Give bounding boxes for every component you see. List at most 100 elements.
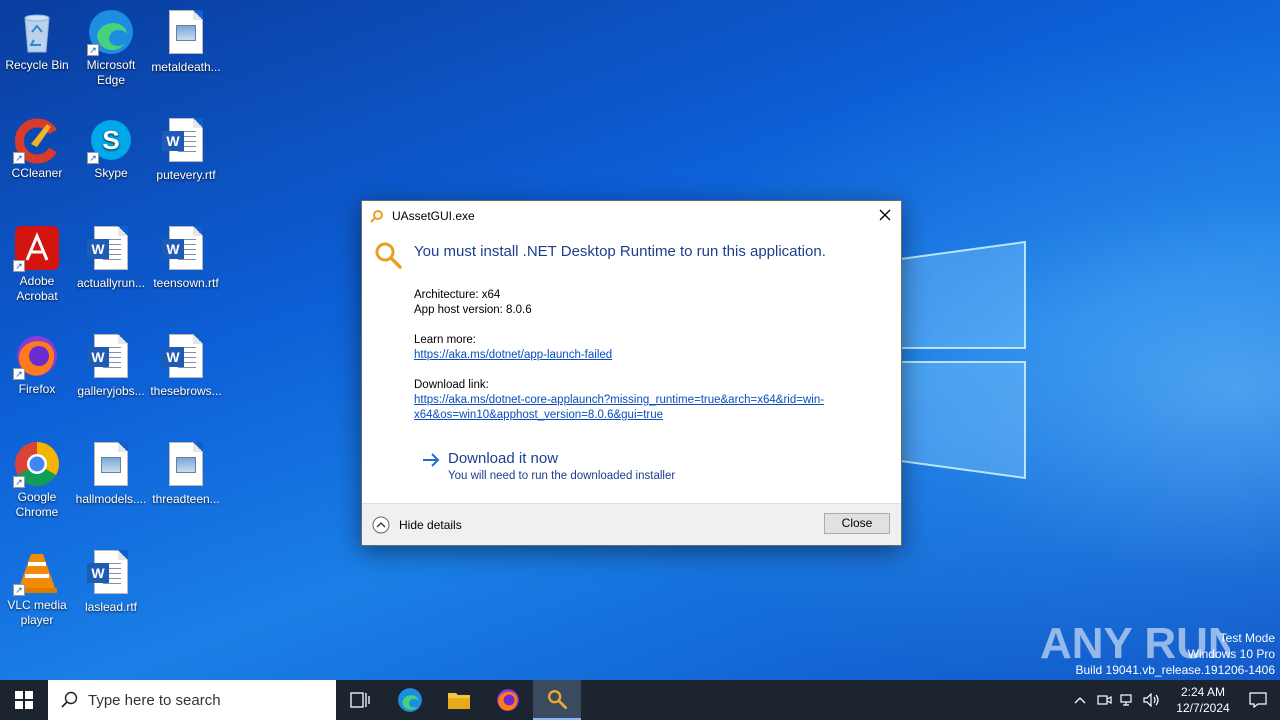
meet-now-button[interactable] (1092, 680, 1116, 720)
download-link[interactable]: https://aka.ms/dotnet-core-applaunch?mis… (414, 393, 874, 423)
build-text: Build 19041.vb_release.191206-1406 (1075, 663, 1276, 677)
acrobat-icon: ↗ (13, 224, 61, 272)
network-button[interactable] (1116, 680, 1140, 720)
desktop-icon-label: Adobe Acrobat (16, 274, 58, 303)
shortcut-arrow-icon: ↗ (13, 152, 25, 164)
desktop-icon-label: Skype (94, 166, 128, 180)
show-hidden-icons-button[interactable] (1068, 680, 1092, 720)
search-placeholder: Type here to search (88, 691, 221, 709)
word-doc-icon: W (162, 334, 210, 382)
desktop-icon-label: teensown.rtf (153, 276, 219, 290)
taskbar-uassetgui-dialog[interactable] (533, 680, 581, 720)
desktop-icon-acrobat[interactable]: ↗ Adobe Acrobat (0, 224, 74, 304)
windows-edition-text: Windows 10 Pro (1187, 647, 1275, 661)
desktop-icon-firefox[interactable]: ↗ Firefox (0, 332, 74, 397)
action-center-button[interactable] (1236, 680, 1280, 720)
meet-now-icon (1097, 695, 1112, 705)
start-button[interactable] (0, 680, 48, 720)
edge-icon: ↗ (87, 8, 135, 56)
clock-time: 2:24 AM (1180, 685, 1226, 699)
desktop-icon-hallmodels[interactable]: hallmodels.... (74, 440, 148, 507)
desktop-icon-actuallyrun[interactable]: W actuallyrun... (74, 224, 148, 291)
dialog-heading: You must install .NET Desktop Runtime to… (414, 243, 826, 260)
word-doc-icon: W (87, 334, 135, 382)
shortcut-arrow-icon: ↗ (87, 152, 99, 164)
system-info-watermark: Test Mode Windows 10 Pro Build 19041.vb_… (1076, 630, 1276, 678)
desktop-icon-label: hallmodels.... (75, 492, 147, 506)
task-view-button[interactable] (336, 680, 384, 720)
recycle-bin-icon (13, 8, 61, 56)
desktop-icon-vlc[interactable]: ↗ VLC media player (0, 548, 74, 628)
shortcut-arrow-icon: ↗ (13, 476, 25, 488)
shortcut-arrow-icon: ↗ (13, 260, 25, 272)
dotnet-runtime-dialog: UAssetGUI.exe You must install .NET Desk… (361, 200, 902, 546)
dialog-titlebar: UAssetGUI.exe (370, 208, 475, 224)
chrome-icon: ↗ (13, 440, 61, 488)
word-doc-icon: W (87, 550, 135, 598)
desktop-icon-label: thesebrows... (150, 384, 222, 398)
taskbar-clock[interactable]: 2:24 AM 12/7/2024 (1170, 684, 1236, 716)
desktop-icon-label: Microsoft Edge (86, 58, 136, 87)
desktop-icon-chrome[interactable]: ↗ Google Chrome (0, 440, 74, 520)
download-now-subtext: You will need to run the downloaded inst… (448, 470, 676, 482)
magnifier-icon (547, 689, 568, 710)
desktop-icon-putevery[interactable]: W putevery.rtf (149, 116, 223, 183)
close-icon[interactable] (877, 207, 893, 223)
desktop-icon-label: metaldeath... (151, 60, 221, 74)
learn-more-label: Learn more: (414, 334, 477, 346)
magnifier-icon (370, 210, 383, 223)
task-view-icon (350, 692, 370, 708)
search-warning-icon (375, 242, 402, 269)
desktop-icon-teensown[interactable]: W teensown.rtf (149, 224, 223, 291)
desktop-icon-label: putevery.rtf (156, 168, 216, 182)
desktop-icon-label: Firefox (18, 382, 56, 396)
hide-details-toggle[interactable]: Hide details (372, 516, 462, 534)
network-icon (1120, 694, 1132, 706)
ccleaner-icon: ↗ (13, 116, 61, 164)
shortcut-arrow-icon: ↗ (13, 584, 25, 596)
taskbar-search-box[interactable]: Type here to search (48, 680, 336, 720)
desktop-icon-edge[interactable]: ↗ Microsoft Edge (74, 8, 148, 88)
app-host-version-text: App host version: 8.0.6 (414, 304, 532, 316)
desktop-icon-metaldeath[interactable]: metaldeath... (149, 8, 223, 75)
desktop-icon-label: CCleaner (11, 166, 63, 180)
desktop-icon-galleryjobs[interactable]: W galleryjobs... (74, 332, 148, 399)
firefox-icon (497, 689, 519, 711)
dialog-details: Architecture: x64 App host version: 8.0.… (414, 288, 874, 423)
notification-icon (1249, 692, 1267, 708)
volume-button[interactable] (1140, 680, 1164, 720)
arrow-right-icon (423, 453, 440, 467)
vlc-icon: ↗ (13, 548, 61, 596)
system-tray: 2:24 AM 12/7/2024 (1068, 680, 1280, 720)
desktop-icon-threadteen[interactable]: threadteen... (149, 440, 223, 507)
learn-more-link[interactable]: https://aka.ms/dotnet/app-launch-failed (414, 349, 612, 361)
download-now-label: Download it now (448, 450, 559, 467)
folder-icon (448, 693, 470, 709)
desktop-icon-label: Google Chrome (15, 490, 59, 519)
image-file-icon (162, 10, 210, 58)
taskbar-edge[interactable] (386, 680, 434, 720)
desktop-icon-label: threadteen... (152, 492, 220, 506)
dialog-footer: Hide details Close (362, 503, 901, 545)
desktop-icon-ccleaner[interactable]: ↗ CCleaner (0, 116, 74, 181)
firefox-icon: ↗ (13, 332, 61, 380)
chevron-up-icon (372, 516, 390, 534)
desktop-icon-label: galleryjobs... (77, 384, 145, 398)
desktop-icon-label: VLC media player (7, 598, 67, 627)
download-now-command[interactable]: Download it now You will need to run the… (422, 450, 675, 482)
shortcut-arrow-icon: ↗ (13, 368, 25, 380)
desktop-icon-label: Recycle Bin (5, 58, 69, 72)
desktop-icon-thesebrows[interactable]: W thesebrows... (149, 332, 223, 399)
close-button[interactable]: Close (824, 513, 890, 534)
taskbar-file-explorer[interactable] (435, 680, 483, 720)
desktop-icon-recycle-bin[interactable]: Recycle Bin (0, 8, 74, 73)
desktop-icon-skype[interactable]: S ↗ Skype (74, 116, 148, 181)
word-doc-icon: W (162, 226, 210, 274)
download-link-line2[interactable]: x64&os=win10&apphost_version=8.0.6&gui=t… (414, 409, 663, 421)
image-file-icon (87, 442, 135, 490)
download-link-line1[interactable]: https://aka.ms/dotnet-core-applaunch?mis… (414, 394, 824, 406)
desktop-icon-label: actuallyrun... (76, 276, 146, 290)
desktop-icon-laslead[interactable]: W laslead.rtf (74, 548, 148, 615)
taskbar-firefox[interactable] (484, 680, 532, 720)
svg-text:S: S (102, 125, 119, 155)
